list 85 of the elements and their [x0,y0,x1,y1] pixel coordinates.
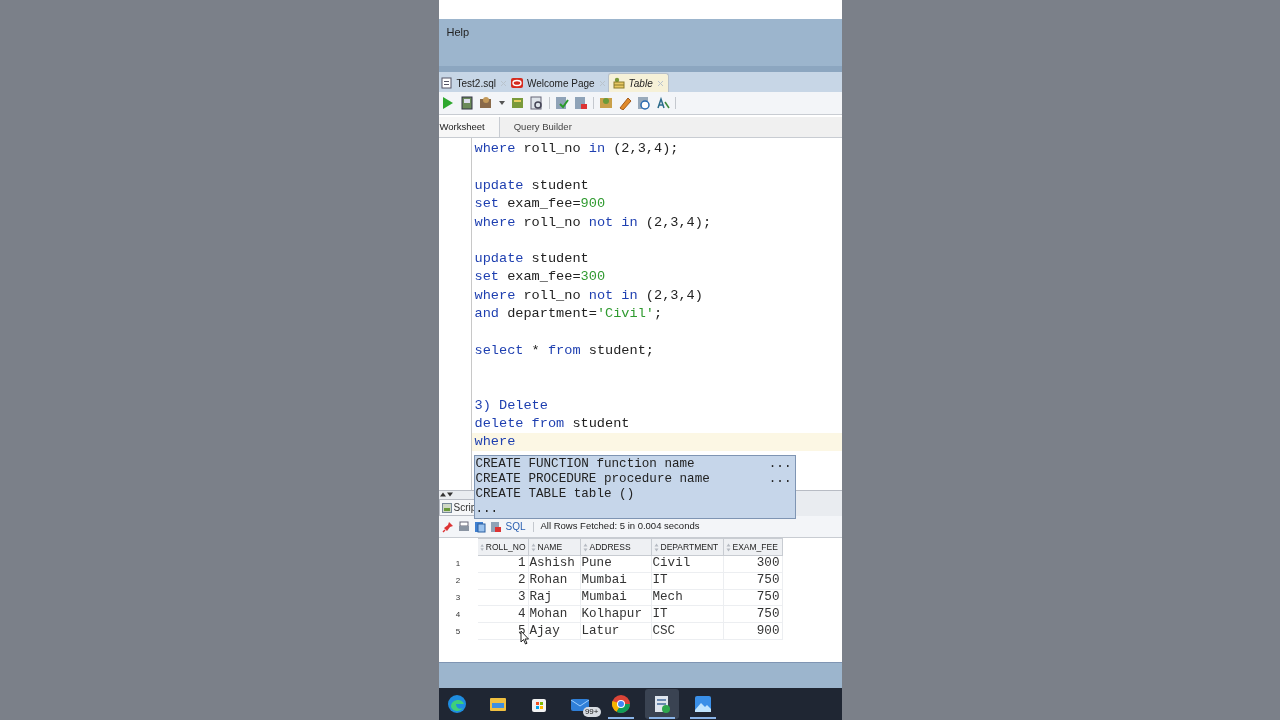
column-header[interactable]: ROLL_NO [477,538,529,556]
splitter-arrows-icon[interactable] [439,491,453,497]
column-header[interactable]: NAME [528,538,581,556]
oracle-icon [510,77,523,89]
table-cell: Mumbai [580,572,652,590]
run-icon[interactable] [440,96,455,110]
more-indicator: ... [768,473,792,486]
editor-tab[interactable]: Test2.sql [438,74,509,92]
sub-tab[interactable]: Worksheet [438,117,500,137]
row-number: 5 [454,625,462,638]
table-cell: Mohan [528,606,581,624]
autocomplete-popup[interactable]: CREATE FUNCTION function name ... CREATE PROCEDURE procedure name ... CREATE TABLE table () ... [473,455,796,519]
column-header[interactable]: EXAM_FEE [723,538,783,556]
status-text: All Rows Fetched: 5 in 0.004 seconds [540,519,700,534]
table-cell: 750 [723,589,783,607]
sql-link[interactable]: SQL [505,519,526,534]
row-number: 4 [454,608,462,621]
suggestion-item[interactable]: CREATE FUNCTION function name [475,458,695,471]
row-number: 3 [454,592,462,604]
table-cell: 750 [723,606,783,624]
suggestion-item[interactable]: CREATE PROCEDURE procedure name [475,473,710,486]
table-cell: 300 [723,556,783,573]
row-number: 1 [454,558,462,571]
suggestion-item[interactable]: CREATE TABLE table () [475,488,635,501]
search-icon[interactable] [529,96,544,110]
image-icon [692,694,713,714]
table-cell: 750 [723,572,783,590]
code-line: where [474,435,516,449]
code-line: delete from student [474,416,630,431]
table-cell: 1 [477,556,529,573]
code-line: set exam_fee=300 [474,270,606,284]
file-icon [440,77,453,89]
menu-item[interactable]: Help [446,24,470,41]
row-number: 2 [454,575,462,588]
script-icon [441,502,452,513]
notification-badge: 99+ [582,707,601,717]
taskbar-button[interactable] [644,689,679,719]
table-cell: Latur [580,623,652,640]
delete-icon[interactable] [489,520,502,533]
browser-icon [610,694,631,714]
sub-tab[interactable]: Query Builder [499,117,586,137]
code-line: update student [474,178,589,193]
table-cell: 3 [477,589,529,607]
table-cell: CSC [651,623,724,640]
code-line: where roll_no not in (2,3,4); [474,215,712,230]
code-line: select * from student; [474,343,654,358]
code-line: set exam_fee=900 [474,197,606,211]
code-line: and department='Civil'; [474,307,663,321]
commit-icon[interactable] [478,96,493,110]
table-cell: Mumbai [580,589,652,607]
table-cell: Kolhapur [580,606,652,624]
table-cell: Pune [580,556,652,573]
code-line: where roll_no in (2,3,4); [474,142,679,156]
table-cell: Rohan [528,572,581,590]
report-icon[interactable] [598,96,613,110]
column-header[interactable]: ADDRESS [580,538,652,556]
column-header[interactable]: DEPARTMENT [651,538,724,556]
editor-tab[interactable]: Welcome Page [508,74,608,92]
table-cell: 4 [477,606,529,624]
table-cell: 900 [723,623,783,640]
table-cell: IT [651,606,724,624]
table-icon [612,77,625,89]
print-icon[interactable] [457,520,470,533]
code-line: 3) Delete [474,398,548,413]
table-cell: Ajay [528,623,581,640]
rollback-icon[interactable] [573,96,588,110]
table-cell: Civil [651,556,724,573]
more-indicator: ... [768,458,792,471]
check-icon[interactable] [554,96,569,110]
eraser-icon[interactable] [617,96,632,110]
table-cell: 2 [477,572,529,590]
code-line: where roll_no not in (2,3,4) [474,288,703,303]
clock-icon[interactable] [636,96,651,110]
export-icon[interactable] [473,520,486,533]
table-cell: Ashish [528,556,581,573]
table-cell: Mech [651,589,724,607]
table-cell: IT [651,572,724,590]
editor-tab[interactable]: Table [607,73,669,92]
code-line: update student [474,252,589,266]
sort-icon [479,542,484,552]
table-cell: Raj [528,589,581,607]
script-icon[interactable] [459,96,474,110]
pin-icon[interactable] [441,520,454,533]
format-icon[interactable] [655,96,670,110]
browser-icon [446,694,467,714]
